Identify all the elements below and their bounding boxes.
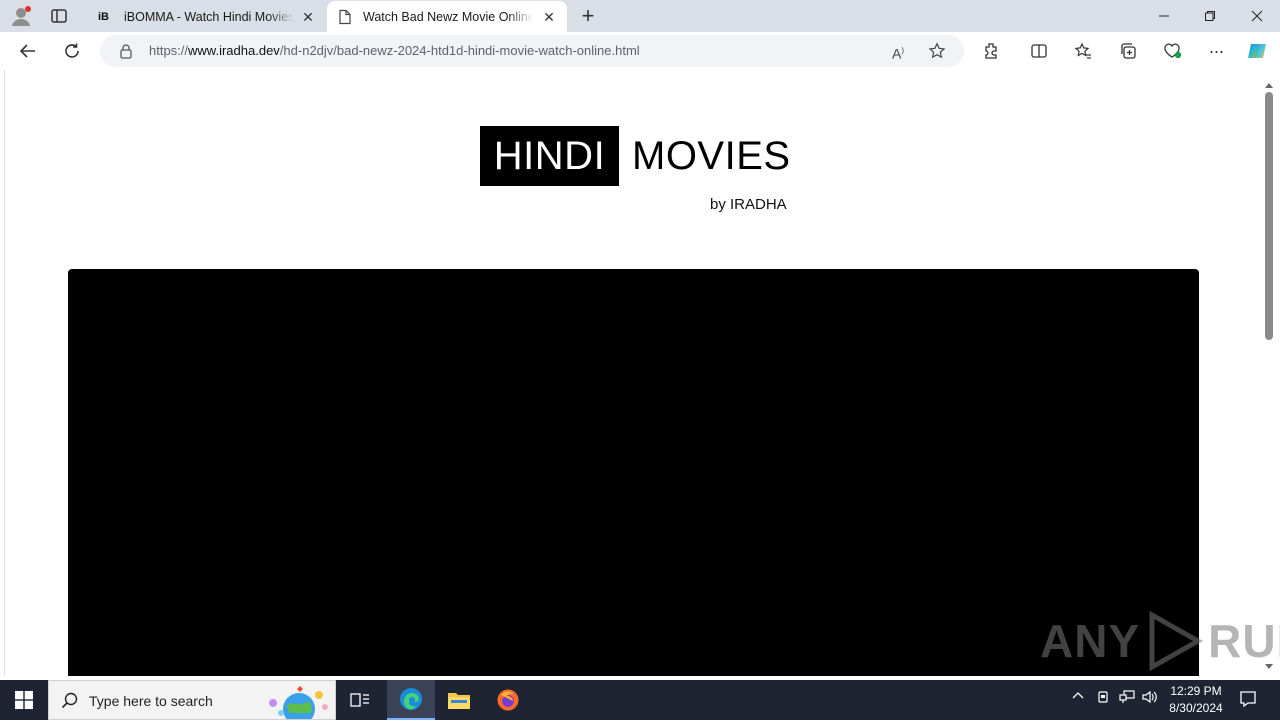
start-button[interactable]	[0, 680, 48, 720]
page-icon	[337, 9, 353, 25]
logo-movies[interactable]: MOVIES	[632, 126, 791, 186]
more-options-icon[interactable]: ···	[1205, 40, 1227, 62]
search-placeholder: Type here to search	[89, 693, 213, 709]
search-icon	[61, 692, 79, 710]
anyrun-watermark: ANY RUN	[1040, 610, 1280, 672]
browser-tab-strip: iB iBOMMA - Watch Hindi Movies Online ✕ …	[0, 0, 1280, 32]
web-page: HINDI MOVIES by IRADHA	[4, 70, 1262, 676]
tab-title: iBOMMA - Watch Hindi Movies Online	[124, 9, 294, 24]
read-aloud-icon[interactable]: A)	[889, 42, 907, 62]
video-player[interactable]	[68, 269, 1199, 676]
task-view-icon[interactable]	[336, 680, 384, 720]
clock-time: 12:29 PM	[1170, 684, 1222, 698]
volume-icon[interactable]	[1142, 690, 1158, 707]
favorite-star-icon[interactable]	[928, 42, 946, 60]
ibomma-favicon-icon: iB	[98, 11, 109, 23]
browser-toolbar: https://www.iradha.dev/hd-n2djv/bad-newz…	[0, 32, 1280, 70]
watermark-text-left: ANY	[1040, 615, 1141, 667]
extensions-icon[interactable]	[980, 40, 1002, 62]
lock-icon[interactable]	[118, 43, 134, 59]
refresh-icon[interactable]	[61, 40, 83, 62]
tab-title: Watch Bad Newz Movie Online in HD	[363, 9, 533, 24]
collections-icon[interactable]	[1117, 40, 1139, 62]
taskbar-search-box[interactable]: Type here to search	[48, 680, 336, 724]
page-scrollbar[interactable]	[1262, 70, 1276, 676]
tab-actions-icon[interactable]	[50, 7, 68, 25]
scroll-thumb[interactable]	[1265, 92, 1273, 340]
url-text[interactable]: https://www.iradha.dev/hd-n2djv/bad-newz…	[149, 43, 640, 58]
device-icon[interactable]	[1096, 690, 1110, 707]
new-tab-button[interactable]: +	[578, 2, 598, 30]
network-icon[interactable]	[1119, 690, 1135, 707]
edge-taskbar-icon[interactable]	[387, 680, 435, 720]
scroll-up-arrow-icon[interactable]	[1265, 76, 1273, 88]
copilot-icon[interactable]	[1246, 40, 1268, 62]
windows-taskbar: Type here to search 12:29 PM 8/30/2024	[0, 680, 1280, 724]
minimize-button[interactable]	[1141, 0, 1187, 32]
clock-date: 8/30/2024	[1169, 701, 1223, 715]
firefox-icon[interactable]	[484, 680, 532, 720]
address-bar[interactable]: https://www.iradha.dev/hd-n2djv/bad-newz…	[100, 35, 964, 67]
logo-hindi[interactable]: HINDI	[480, 126, 619, 186]
close-tab-icon[interactable]: ✕	[300, 9, 316, 25]
profile-icon[interactable]	[10, 5, 32, 27]
search-highlight-globe-icon	[261, 683, 333, 724]
show-hidden-icons-chevron-icon[interactable]	[1072, 690, 1084, 705]
split-screen-icon[interactable]	[1028, 40, 1050, 62]
close-tab-icon[interactable]: ✕	[541, 9, 557, 25]
notifications-icon[interactable]	[1239, 690, 1257, 711]
tab-bad-newz[interactable]: Watch Bad Newz Movie Online in HD ✕	[327, 1, 567, 32]
close-window-button[interactable]	[1234, 0, 1280, 32]
system-clock[interactable]: 12:29 PM 8/30/2024	[1160, 683, 1232, 717]
logo-byline: by IRADHA	[710, 196, 787, 213]
browser-essentials-icon[interactable]	[1161, 40, 1183, 62]
restore-button[interactable]	[1187, 0, 1233, 32]
file-explorer-icon[interactable]	[435, 680, 483, 720]
tab-ibomma[interactable]: iB iBOMMA - Watch Hindi Movies Online ✕	[88, 1, 326, 32]
watermark-text-right: RUN	[1208, 615, 1280, 667]
play-triangle-icon	[1144, 610, 1204, 672]
favorites-icon[interactable]	[1072, 40, 1094, 62]
back-arrow-icon[interactable]	[17, 40, 39, 62]
